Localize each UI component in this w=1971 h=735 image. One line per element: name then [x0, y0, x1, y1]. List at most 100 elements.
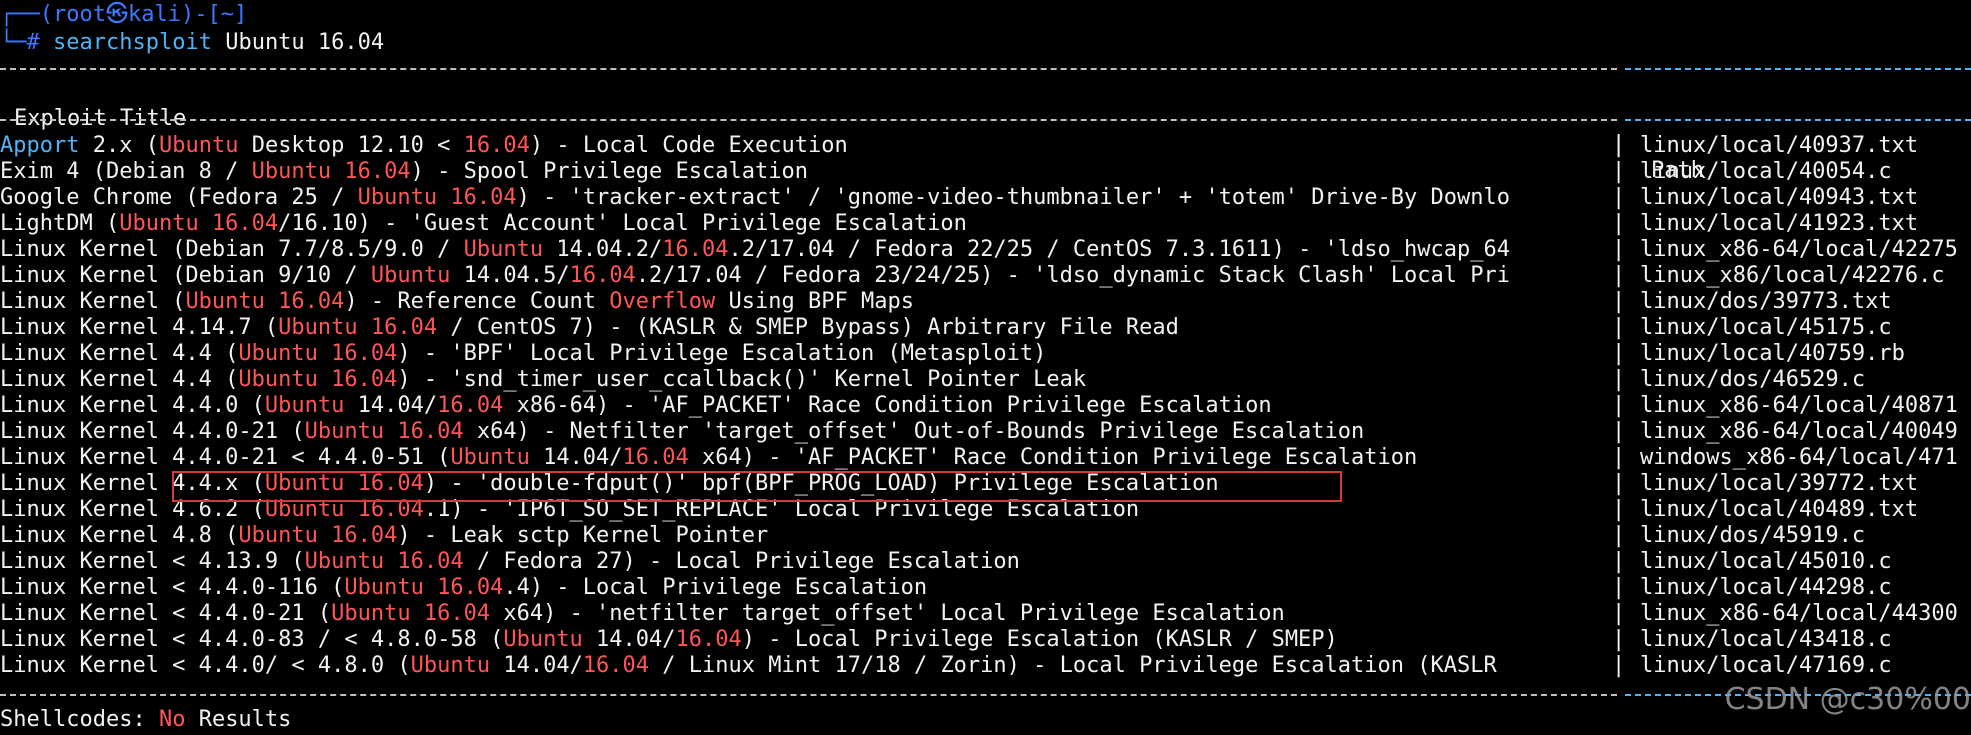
- exploit-title: LightDM (Ubuntu 16.04/16.10) - 'Guest Ac…: [0, 211, 1610, 237]
- title-text: / Fedora 27) - Local Privilege Escalatio…: [463, 549, 1020, 574]
- title-text: Google Chrome (Fedora 25 /: [0, 185, 358, 210]
- divider-left: [0, 68, 1617, 70]
- exploit-title: Linux Kernel < 4.4.0-21 (Ubuntu 16.04 x6…: [0, 601, 1610, 627]
- title-text: .2/17.04 / Fedora 22/25 / CentOS 7.3.161…: [728, 237, 1510, 262]
- exploit-title: Linux Kernel < 4.4.0-116 (Ubuntu 16.04.4…: [0, 575, 1610, 601]
- title-text: Linux Kernel (Debian 7.7/8.5/9.0 /: [0, 237, 464, 262]
- prompt-line-2: └─# searchsploit Ubuntu 16.04: [0, 30, 384, 56]
- match-highlight: Ubuntu: [503, 627, 583, 652]
- table-row: Linux Kernel (Debian 9/10 / Ubuntu 14.04…: [0, 263, 1971, 289]
- exploit-path: linux/local/39772.txt: [1640, 471, 1919, 496]
- title-text: Linux Kernel 4.4.0 (: [0, 393, 265, 418]
- exploit-path: linux/local/44298.c: [1640, 575, 1892, 600]
- divider-left: [0, 119, 1617, 121]
- title-text: x64) - 'netfilter target_offset' Local P…: [490, 601, 1285, 626]
- divider-right: [1625, 68, 1971, 70]
- column-separator: |: [1612, 419, 1626, 444]
- title-text: Linux Kernel 4.14.7 (: [0, 315, 279, 340]
- prompt-host: kali: [127, 2, 181, 27]
- watermark: CSDN @c30%00: [1724, 682, 1971, 717]
- title-text: Linux Kernel (: [0, 289, 186, 314]
- table-row: Linux Kernel 4.4.0 (Ubuntu 14.04/16.04 x…: [0, 393, 1971, 419]
- column-separator: |: [1612, 523, 1626, 548]
- exploit-path: linux/local/47169.c: [1640, 653, 1892, 678]
- table-row: LightDM (Ubuntu 16.04/16.10) - 'Guest Ac…: [0, 211, 1971, 237]
- exploit-path: linux_x86-64/local/42275: [1640, 237, 1958, 262]
- exploit-path: windows_x86-64/local/471: [1640, 445, 1958, 470]
- table-divider-top: [0, 64, 1971, 74]
- table-row: Apport 2.x (Ubuntu Desktop 12.10 < 16.04…: [0, 133, 1971, 159]
- title-text: .2/17.04 / Fedora 23/24/25) - 'ldso_dyna…: [635, 263, 1510, 288]
- table-row: Google Chrome (Fedora 25 / Ubuntu 16.04)…: [0, 185, 1971, 211]
- exploit-title: Linux Kernel (Debian 7.7/8.5/9.0 / Ubunt…: [0, 237, 1610, 263]
- title-text: Linux Kernel < 4.13.9 (: [0, 549, 305, 574]
- divider-left: [0, 694, 1617, 696]
- table-row: Linux Kernel 4.4.0-21 (Ubuntu 16.04 x64)…: [0, 419, 1971, 445]
- exploit-path: linux/local/45010.c: [1640, 549, 1892, 574]
- table-row: Linux Kernel 4.4 (Ubuntu 16.04) - 'snd_t…: [0, 367, 1971, 393]
- exploit-path: linux/dos/46529.c: [1640, 367, 1866, 392]
- match-highlight: Ubuntu 16.04: [331, 601, 491, 626]
- title-text: Linux Kernel 4.4.0-21 (: [0, 419, 305, 444]
- column-separator: |: [1612, 341, 1626, 366]
- match-highlight: Ubuntu 16.04: [185, 289, 345, 314]
- table-row: Linux Kernel < 4.4.0-83 / < 4.8.0-58 (Ub…: [0, 627, 1971, 653]
- results-table: Apport 2.x (Ubuntu Desktop 12.10 < 16.04…: [0, 133, 1971, 679]
- title-text: Using BPF Maps: [715, 289, 914, 314]
- title-text: Linux Kernel 4.4 (: [0, 367, 239, 392]
- match-highlight: Ubuntu 16.04: [238, 367, 398, 392]
- terminal-window[interactable]: ┌──(root㉿kali)-[~] └─# searchsploit Ubun…: [0, 0, 1971, 735]
- column-separator: |: [1612, 263, 1626, 288]
- title-text: 14.04.5/: [450, 263, 570, 288]
- column-separator: |: [1612, 367, 1626, 392]
- exploit-title: Linux Kernel 4.4.0-21 < 4.4.0-51 (Ubuntu…: [0, 445, 1610, 471]
- title-text: Desktop 12.10 <: [238, 133, 464, 158]
- title-text: x64) - 'AF_PACKET' Race Condition Privil…: [688, 445, 1418, 470]
- title-text: Linux Kernel < 4.4.0-83 / < 4.8.0-58 (: [0, 627, 504, 652]
- exploit-path: linux/local/43418.c: [1640, 627, 1892, 652]
- title-text: ) - Local Code Execution: [529, 133, 848, 158]
- match-highlight: 16.04: [675, 627, 742, 652]
- title-text: / CentOS 7) - (KASLR & SMEP Bypass) Arbi…: [437, 315, 1179, 340]
- title-text: ) - Local Privilege Escalation (KASLR / …: [741, 627, 1338, 652]
- column-separator: |: [1612, 653, 1626, 678]
- match-highlight: 16.04: [463, 133, 530, 158]
- exploit-title: Linux Kernel (Debian 9/10 / Ubuntu 14.04…: [0, 263, 1610, 289]
- shellcodes-label: Shellcodes:: [0, 707, 159, 732]
- exploit-path: linux/dos/45919.c: [1640, 523, 1866, 548]
- title-text: Linux Kernel < 4.4.0-21 (: [0, 601, 332, 626]
- table-row: Linux Kernel (Ubuntu 16.04) - Reference …: [0, 289, 1971, 315]
- prompt-bracket-open: )-[: [180, 2, 221, 27]
- exploit-path: linux_x86-64/local/44300: [1640, 601, 1958, 626]
- title-text: ) - 'BPF' Local Privilege Escalation (Me…: [397, 341, 1047, 366]
- match-highlight: Ubuntu 16.04: [238, 523, 398, 548]
- table-header: Exploit Title | Path: [0, 80, 1704, 183]
- title-text: Linux Kernel 4.8 (: [0, 523, 239, 548]
- exploit-path: linux/local/45175.c: [1640, 315, 1892, 340]
- prompt-cwd: ~: [220, 2, 234, 27]
- match-highlight: 16.04: [662, 237, 729, 262]
- title-text: ) - Spool Privilege Escalation: [410, 159, 808, 184]
- command-argument: Ubuntu 16.04: [225, 30, 385, 55]
- column-separator: |: [1612, 159, 1626, 184]
- title-text: ) - Leak sctp Kernel Pointer: [397, 523, 769, 548]
- column-separator: |: [1612, 185, 1626, 210]
- exploit-title: Exim 4 (Debian 8 / Ubuntu 16.04) - Spool…: [0, 159, 1610, 185]
- table-row: Exim 4 (Debian 8 / Ubuntu 16.04) - Spool…: [0, 159, 1971, 185]
- match-highlight: Ubuntu 16.04: [357, 185, 517, 210]
- table-divider-bottom: [0, 690, 1971, 700]
- table-row: Linux Kernel < 4.4.0-21 (Ubuntu 16.04 x6…: [0, 601, 1971, 627]
- match-highlight: Ubuntu 16.04: [344, 575, 504, 600]
- match-highlight: Ubuntu 16.04: [119, 211, 279, 236]
- match-highlight: Ubuntu 16.04: [304, 549, 464, 574]
- table-row: Linux Kernel (Debian 7.7/8.5/9.0 / Ubunt…: [0, 237, 1971, 263]
- shellcodes-status: No: [158, 707, 186, 732]
- match-highlight: 16.04: [437, 393, 504, 418]
- exploit-title: Linux Kernel 4.4 (Ubuntu 16.04) - 'snd_t…: [0, 367, 1610, 393]
- title-text: LightDM (: [0, 211, 120, 236]
- table-row: Linux Kernel 4.4 (Ubuntu 16.04) - 'BPF' …: [0, 341, 1971, 367]
- title-text: 14.04/: [344, 393, 438, 418]
- table-row: Linux Kernel < 4.4.0/ < 4.8.0 (Ubuntu 14…: [0, 653, 1971, 679]
- exploit-title: Apport 2.x (Ubuntu Desktop 12.10 < 16.04…: [0, 133, 1610, 159]
- title-text: Linux Kernel 4.4.0-21 < 4.4.0-51 (: [0, 445, 451, 470]
